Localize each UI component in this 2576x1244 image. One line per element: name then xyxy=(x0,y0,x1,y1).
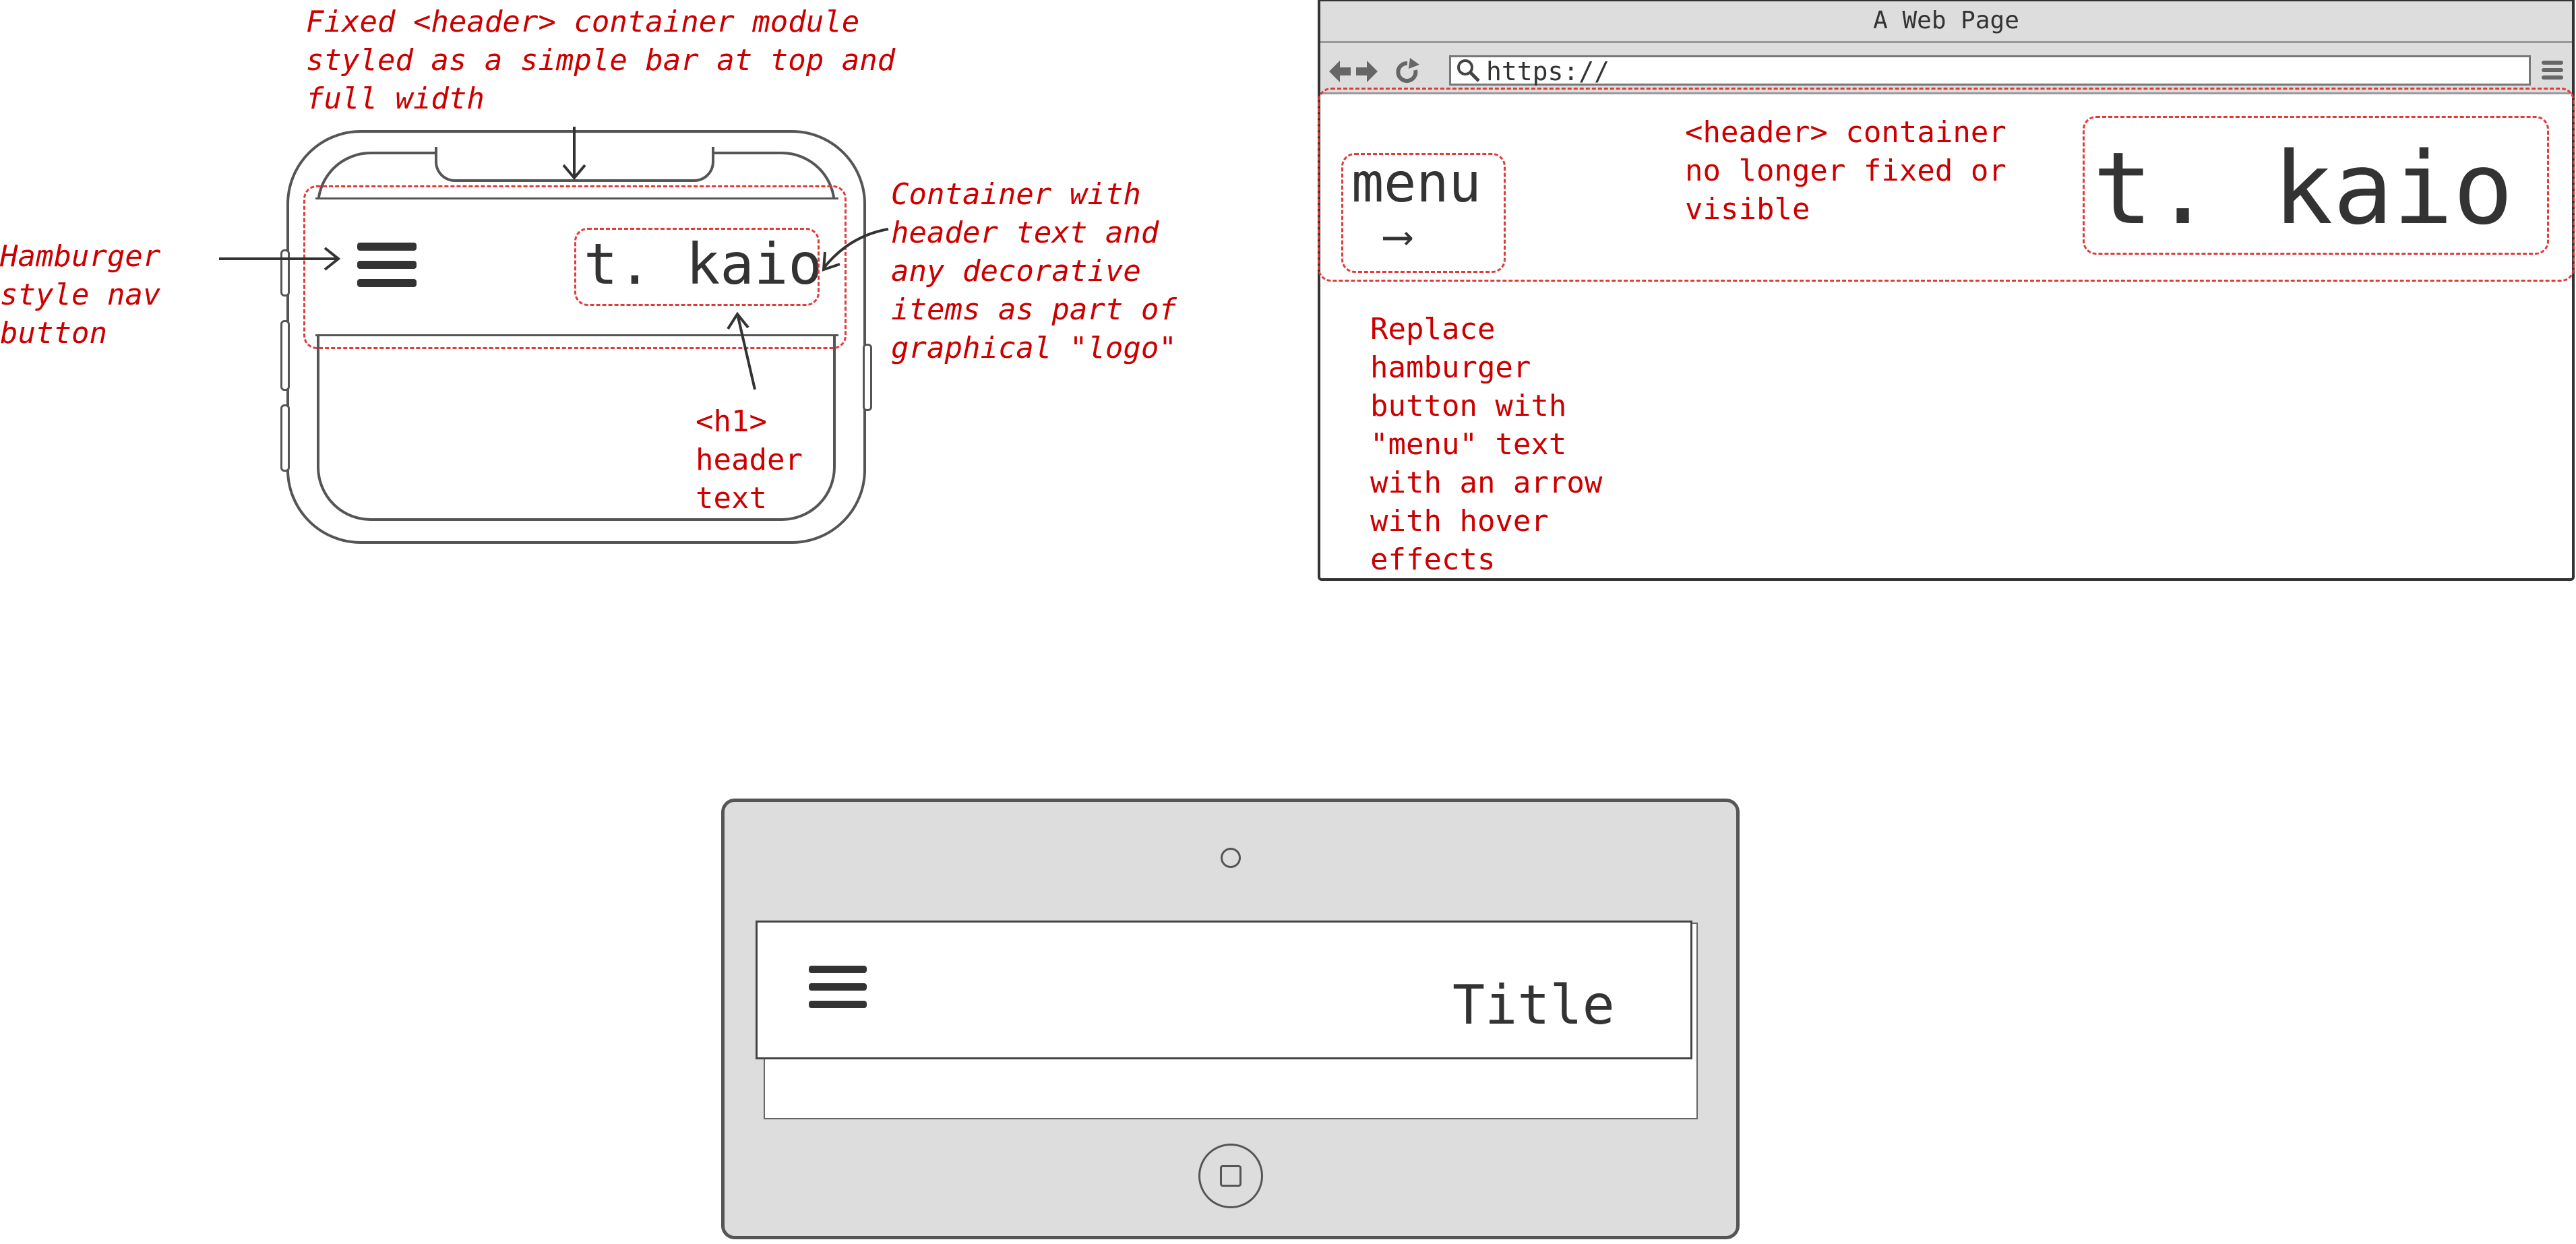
annotation-arrows xyxy=(219,127,889,390)
arrow-to-header xyxy=(562,127,586,181)
arrow-to-hamburger xyxy=(219,247,341,271)
arrow-to-logo xyxy=(822,228,889,272)
arrow-to-h1 xyxy=(727,311,756,390)
